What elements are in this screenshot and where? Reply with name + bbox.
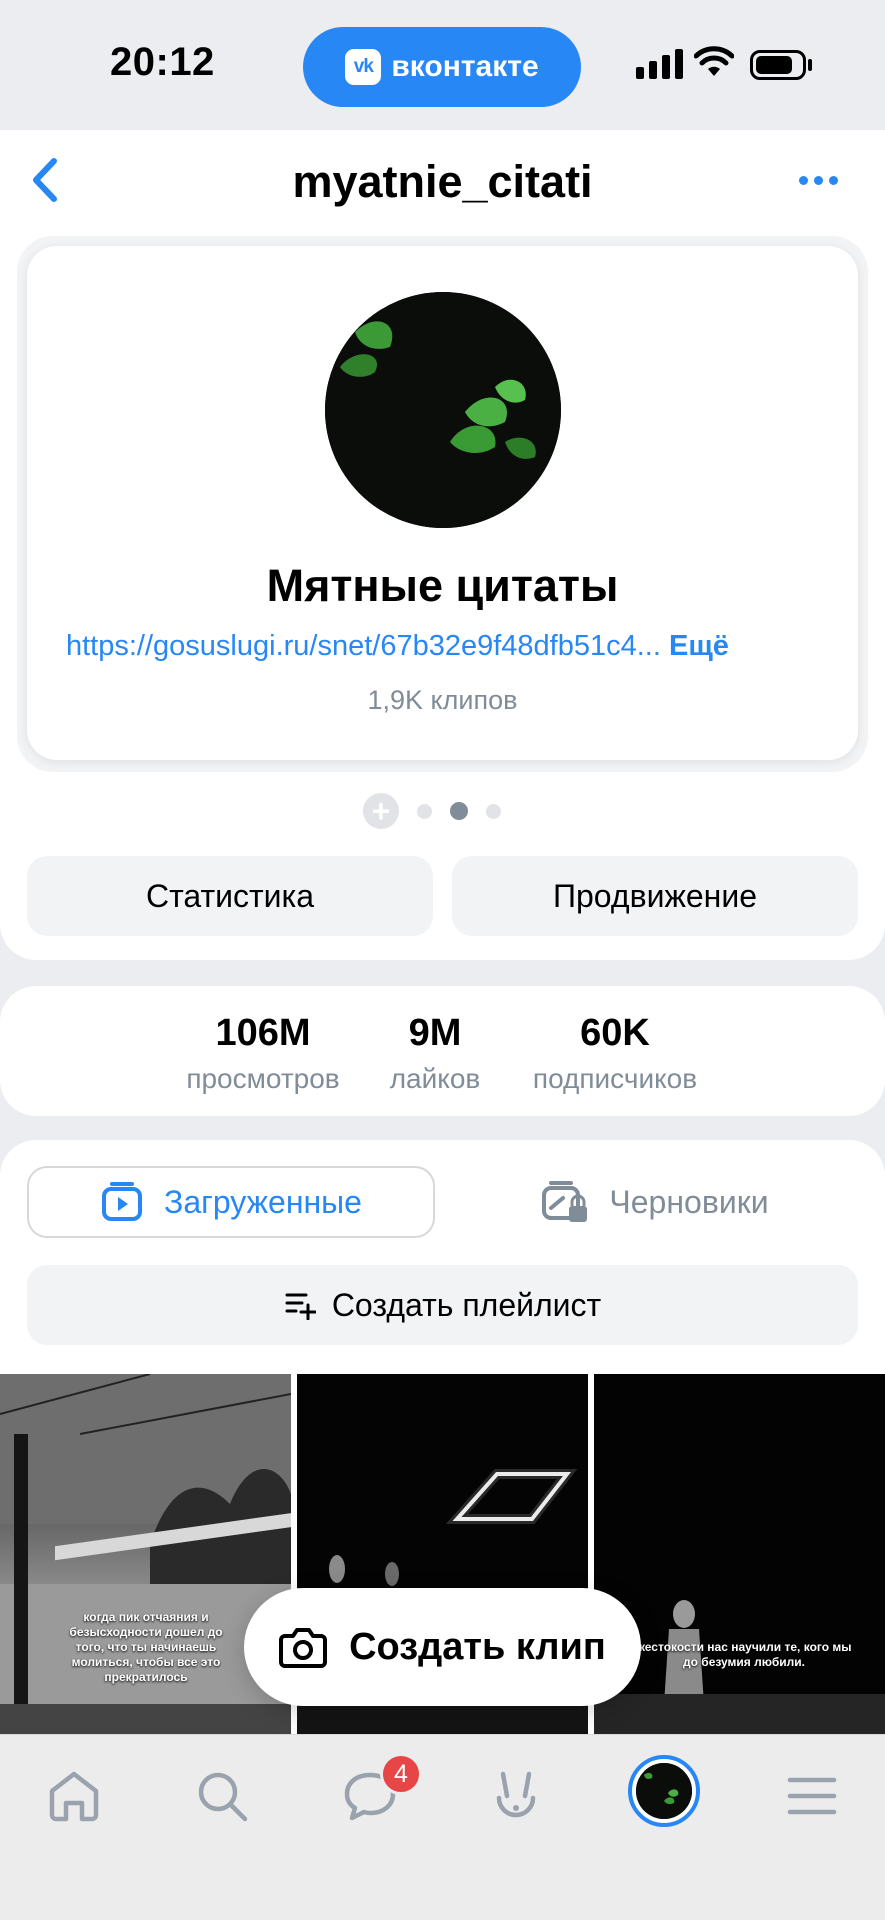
stat-value: 106M [215,1012,311,1054]
stat-label: просмотров [186,1063,340,1094]
cellular-signal-icon [636,49,683,79]
battery-tip [808,59,812,71]
status-time: 20:12 [110,40,215,84]
channel-avatar[interactable] [325,292,561,528]
stat-value: 9M [408,1012,462,1054]
tab-clips[interactable] [476,1756,556,1836]
more-icon [798,175,808,185]
page-title: myatnie_citati [292,156,593,207]
add-card-icon[interactable]: + [363,793,399,829]
wifi-icon [693,46,735,83]
stat-label: подписчиков [532,1063,698,1094]
clip-caption: жестокости нас научили те, кого мы до бе… [636,1640,852,1669]
tab-home[interactable] [34,1756,114,1836]
home-icon [49,1771,99,1822]
stat-likes: 9M лайков [383,1012,487,1095]
clip-icon [102,1182,143,1221]
search-icon [198,1772,248,1822]
draft-lock-icon [542,1181,588,1222]
card-pager[interactable]: + [363,793,501,829]
tab-menu[interactable] [772,1756,852,1836]
stat-subscribers: 60K подписчиков [520,1012,710,1095]
create-playlist-button[interactable]: Создать плейлист [27,1265,858,1345]
camera-icon [279,1628,328,1668]
messages-badge: 4 [380,1753,422,1795]
battery-icon [750,50,806,80]
channel-name: Мятные цитаты [266,560,619,611]
pager-dot-active[interactable] [450,802,468,820]
clip-thumbnail[interactable]: когда пик отчаяния и безысходности дошел… [0,1374,291,1734]
pager-dot[interactable] [486,803,501,819]
playlist-add-icon [285,1293,316,1320]
tab-uploaded[interactable]: Загруженные [27,1166,435,1238]
create-clip-button[interactable]: Создать клип [244,1588,641,1706]
more-button[interactable] [790,160,846,200]
create-playlist-label: Создать плейлист [331,1286,602,1323]
menu-icon [787,1777,837,1815]
channel-link[interactable]: https://gosuslugi.ru/snet/67b32e9f48dfb5… [66,630,661,662]
stat-value: 60K [580,1012,650,1054]
show-more-link[interactable]: Ещё [669,630,729,662]
clips-bunny-icon [496,1771,536,1818]
tab-uploaded-label: Загруженные [164,1183,362,1220]
tab-drafts[interactable]: Черновики [452,1166,858,1238]
channel-description[interactable]: https://gosuslugi.ru/snet/67b32e9f48dfb5… [66,630,826,663]
tab-search[interactable] [182,1756,262,1836]
stat-views: 106M просмотров [177,1012,349,1095]
pager-dot[interactable] [417,803,432,819]
clip-caption: когда пик отчаяния и безысходности дошел… [69,1610,223,1684]
tab-profile-avatar[interactable] [628,1755,700,1827]
vk-logo-icon: vk [345,49,382,85]
bottom-tab-bar [0,1734,885,1920]
promotion-button[interactable]: Продвижение [452,856,858,936]
create-clip-label: Создать клип [349,1625,606,1668]
clip-thumbnail[interactable]: жестокости нас научили те, кого мы до бе… [594,1374,885,1734]
clips-count: 1,9K клипов [367,685,518,715]
statistics-button[interactable]: Статистика [27,856,433,936]
tab-drafts-label: Черновики [609,1183,769,1220]
app-pill-label: вконтакте [391,50,539,83]
stat-label: лайков [389,1063,481,1094]
app-pill[interactable]: vk вконтакте [303,27,581,107]
